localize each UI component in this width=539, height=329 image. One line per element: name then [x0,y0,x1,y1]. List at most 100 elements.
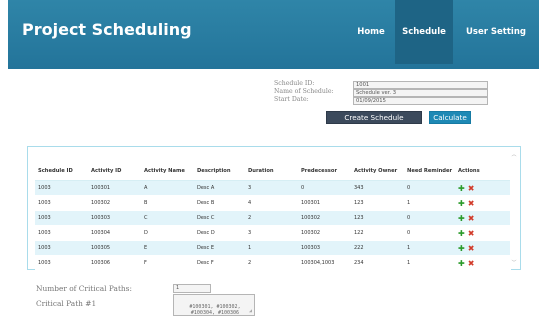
table-cell: 123 [354,200,364,206]
critical-path-count-label: Number of Critical Paths: [36,284,132,293]
schedule-id-label: Schedule ID: [274,80,315,87]
table-cell: Desc A [197,185,215,191]
table-cell: 1003 [38,215,51,221]
scroll-down-icon[interactable]: ﹀ [511,260,517,266]
critical-path-value: #100301, #100302, #100304, #100306 [189,303,241,317]
table-cell: Desc E [197,245,215,251]
critical-path-textarea[interactable]: #100301, #100302, #100304, #100306 ◢ [173,294,255,316]
scroll-up-icon[interactable]: ︿ [511,152,517,158]
nav-schedule[interactable]: Schedule [395,0,453,64]
row-actions: ✚ ✖ [458,241,474,255]
table-row: 1003 100303 C Desc C 2 100302 123 0 ✚ ✖ [35,211,511,226]
start-date-field[interactable]: 01/09/2015 [353,97,488,105]
table-cell: 100303 [301,245,321,251]
table-cell: 0 [301,185,305,191]
table-cell: 3 [248,230,252,236]
row-actions: ✚ ✖ [458,211,474,225]
schedule-name-label: Name of Schedule: [274,88,334,95]
add-icon[interactable]: ✚ [458,214,465,223]
table-cell: 1 [248,245,252,251]
table-cell: 1 [407,260,411,266]
table-cell: 2 [248,215,252,221]
schedule-name-field[interactable]: Schedule ver. 3 [353,89,488,97]
calculate-button[interactable]: Calculate [429,111,471,124]
table-cell: Desc B [197,200,215,206]
add-icon[interactable]: ✚ [458,184,465,193]
table-cell: 1003 [38,230,51,236]
delete-icon[interactable]: ✖ [468,214,475,223]
table-cell: 122 [354,230,364,236]
table-cell: 100304,1003 [301,260,335,266]
table-row: 1003 100305 E Desc E 1 100303 222 1 ✚ ✖ [35,241,511,256]
table-cell: 100306 [91,260,111,266]
delete-icon[interactable]: ✖ [468,184,475,193]
add-icon[interactable]: ✚ [458,199,465,208]
column-header: Description [197,167,231,174]
delete-icon[interactable]: ✖ [468,229,475,238]
row-actions: ✚ ✖ [458,181,474,195]
table-cell: 0 [407,185,411,191]
table-cell: B [144,200,148,206]
table-row: 1003 100304 D Desc D 3 100302 122 0 ✚ ✖ [35,226,511,241]
resize-grip-icon[interactable]: ◢ [248,309,253,314]
column-header: Need Reminder [407,167,453,174]
table-body: 1003 100301 A Desc A 3 0 343 0 ✚ ✖ 1003 100302 B Desc… [35,181,511,271]
table-cell: 100305 [91,245,111,251]
table-cell: 100301 [91,185,111,191]
delete-icon[interactable]: ✖ [468,199,475,208]
table-cell: 100302 [301,230,321,236]
nav-home[interactable]: Home [348,0,394,64]
table-cell: 100304 [91,230,111,236]
table-cell: 1 [407,245,411,251]
table-cell: 100302 [91,200,111,206]
start-date-label: Start Date: [274,96,309,103]
schedule-id-field[interactable]: 1001 [353,81,488,89]
table-cell: 2 [248,260,252,266]
activity-table: Schedule ID Activity ID Activity Name De… [35,161,511,271]
table-row: 1003 100302 B Desc B 4 100301 123 1 ✚ ✖ [35,196,511,211]
column-header: Activity Name [144,167,185,174]
critical-path-count-field[interactable]: 1 [173,284,211,293]
table-row: 1003 100301 A Desc A 3 0 343 0 ✚ ✖ [35,181,511,196]
table-cell: 234 [354,260,364,266]
delete-icon[interactable]: ✖ [468,244,475,253]
table-cell: 343 [354,185,364,191]
delete-icon[interactable]: ✖ [468,259,475,268]
table-cell: Desc F [197,260,214,266]
table-cell: 1003 [38,245,51,251]
critical-path-label: Critical Path #1 [36,299,97,308]
table-cell: 100301 [301,200,321,206]
add-icon[interactable]: ✚ [458,244,465,253]
table-cell: 100303 [91,215,111,221]
table-cell: 3 [248,185,252,191]
table-cell: A [144,185,148,191]
table-cell: 100302 [301,215,321,221]
table-cell: F [144,260,147,266]
table-cell: 1 [407,200,411,206]
column-header: Predecessor [301,167,338,174]
create-schedule-button[interactable]: Create Schedule [326,111,422,124]
table-cell: 1003 [38,260,51,266]
table-cell: 0 [407,230,411,236]
add-icon[interactable]: ✚ [458,259,465,268]
table-cell: C [144,215,148,221]
table-cell: Desc D [197,230,215,236]
table-cell: 123 [354,215,364,221]
column-header: Duration [248,167,274,174]
row-actions: ✚ ✖ [458,226,474,240]
column-header: Schedule ID [38,167,73,174]
add-icon[interactable]: ✚ [458,229,465,238]
nav-user-setting[interactable]: User Setting [455,0,537,64]
table-row: 1003 100306 F Desc F 2 100304,1003 234 1 ✚ ✖ [35,256,511,271]
column-header: Activity Owner [354,167,398,174]
app-header: Project Scheduling Home Schedule User Se… [8,0,539,69]
table-scrollbar[interactable]: ︿ ﹀ [510,152,518,266]
app-title: Project Scheduling [22,20,192,39]
table-cell: 0 [407,215,411,221]
table-cell: 4 [248,200,252,206]
table-cell: Desc C [197,215,215,221]
column-header: Actions [458,167,480,174]
column-header: Activity ID [91,167,122,174]
table-cell: E [144,245,148,251]
table-cell: 222 [354,245,364,251]
